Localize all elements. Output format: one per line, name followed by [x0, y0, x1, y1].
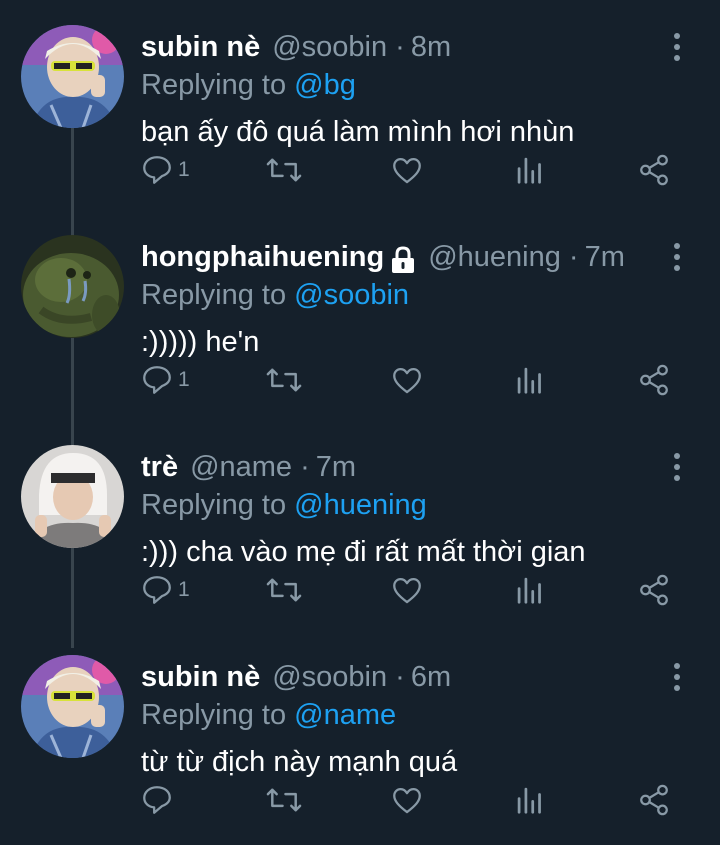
lock-icon — [390, 243, 416, 273]
timestamp[interactable]: 6m — [411, 655, 451, 699]
display-name[interactable]: trè — [141, 445, 178, 489]
tweet-text: :))) cha vào mẹ đi rất mất thời gian — [141, 536, 586, 568]
like-button[interactable] — [390, 150, 424, 190]
more-icon[interactable] — [665, 449, 689, 485]
reply-icon — [143, 786, 171, 814]
replying-to: Replying to @huening — [141, 485, 427, 525]
reply-button[interactable] — [140, 780, 178, 820]
retweet-button[interactable] — [265, 570, 303, 610]
analytics-button[interactable] — [515, 570, 545, 610]
retweet-icon — [266, 368, 302, 392]
more-icon[interactable] — [665, 659, 689, 695]
action-bar: 1 — [140, 360, 680, 400]
reply-icon — [143, 576, 171, 604]
analytics-icon — [517, 157, 541, 184]
tweet-text: :))))) he'n — [141, 326, 260, 358]
avatar[interactable] — [21, 445, 124, 548]
display-name[interactable]: subin nè — [141, 25, 260, 69]
reply-button[interactable]: 1 — [140, 570, 190, 610]
avatar[interactable] — [21, 235, 124, 338]
display-name[interactable]: subin nè — [141, 655, 260, 699]
mention-link[interactable]: @bg — [294, 69, 356, 101]
action-bar: 1 — [140, 150, 680, 190]
more-icon[interactable] — [665, 239, 689, 275]
timestamp[interactable]: 7m — [316, 445, 356, 489]
share-icon — [640, 364, 668, 396]
handle[interactable]: @soobin — [272, 655, 387, 699]
replying-prefix: Replying to — [141, 279, 287, 311]
like-icon — [393, 577, 421, 604]
mention-link[interactable]: @soobin — [294, 279, 409, 311]
reply-count: 1 — [178, 578, 190, 601]
share-icon — [640, 784, 668, 816]
share-icon — [640, 154, 668, 186]
replying-to: Replying to @soobin — [141, 275, 409, 315]
retweet-icon — [266, 788, 302, 812]
analytics-button[interactable] — [515, 360, 545, 400]
like-icon — [393, 787, 421, 814]
analytics-icon — [517, 577, 541, 604]
share-button[interactable] — [637, 780, 671, 820]
like-button[interactable] — [390, 360, 424, 400]
retweet-button[interactable] — [265, 150, 303, 190]
like-icon — [393, 157, 421, 184]
analytics-button[interactable] — [515, 150, 545, 190]
tweet[interactable]: subin nè @soobin · 8m Replying to @bg bạ… — [0, 5, 720, 215]
timestamp[interactable]: 8m — [411, 25, 451, 69]
tweet-text: bạn ấy đô quá làm mình hơi nhùn — [141, 116, 575, 148]
reply-count: 1 — [178, 158, 190, 181]
replying-to: Replying to @name — [141, 695, 396, 735]
share-button[interactable] — [637, 360, 671, 400]
separator: · — [395, 661, 405, 693]
like-button[interactable] — [390, 780, 424, 820]
share-button[interactable] — [637, 570, 671, 610]
avatar[interactable] — [21, 25, 124, 128]
handle[interactable]: @name — [190, 445, 292, 489]
separator: · — [395, 31, 405, 63]
separator: · — [568, 241, 579, 273]
handle[interactable]: @huening — [428, 235, 561, 279]
tweet[interactable]: subin nè @soobin · 6m Replying to @name … — [0, 635, 720, 845]
replying-to: Replying to @bg — [141, 65, 356, 105]
replying-prefix: Replying to — [141, 699, 287, 731]
retweet-icon — [266, 578, 302, 602]
analytics-button[interactable] — [515, 780, 545, 820]
action-bar — [140, 780, 680, 820]
timestamp[interactable]: 7m — [585, 235, 625, 279]
share-icon — [640, 574, 668, 606]
handle[interactable]: @soobin — [272, 25, 387, 69]
reply-button[interactable]: 1 — [140, 360, 190, 400]
retweet-button[interactable] — [265, 360, 303, 400]
reply-count: 1 — [178, 368, 190, 391]
replying-prefix: Replying to — [141, 69, 287, 101]
more-icon[interactable] — [665, 29, 689, 65]
like-button[interactable] — [390, 570, 424, 610]
avatar[interactable] — [21, 655, 124, 758]
analytics-icon — [517, 787, 541, 814]
replying-prefix: Replying to — [141, 489, 287, 521]
like-icon — [393, 367, 421, 394]
retweet-icon — [266, 158, 302, 182]
reply-icon — [143, 156, 171, 184]
retweet-button[interactable] — [265, 780, 303, 820]
share-button[interactable] — [637, 150, 671, 190]
reply-button[interactable]: 1 — [140, 150, 190, 190]
tweet[interactable]: trè @name · 7m Replying to @huening :)))… — [0, 425, 720, 635]
tweet-text: từ từ địch này mạnh quá — [141, 746, 458, 778]
mention-link[interactable]: @huening — [294, 489, 427, 521]
reply-icon — [143, 366, 171, 394]
display-name[interactable]: hongphaihuening — [141, 235, 384, 279]
tweet[interactable]: hongphaihuening @huening · 7m Replying t… — [0, 215, 720, 425]
action-bar: 1 — [140, 570, 680, 610]
separator: · — [300, 451, 310, 483]
analytics-icon — [517, 367, 541, 394]
mention-link[interactable]: @name — [294, 699, 396, 731]
